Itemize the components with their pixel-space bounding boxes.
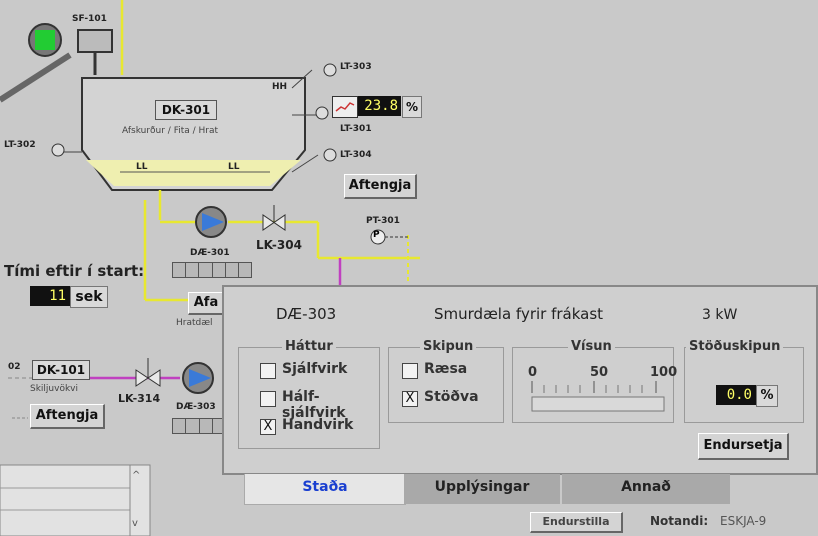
pump301-status-bar — [172, 262, 252, 278]
dk101-prefix: 02 — [8, 362, 21, 372]
endursetja-button[interactable]: Endursetja — [698, 433, 789, 460]
visun-tick-100: 100 — [650, 365, 678, 380]
dk101-tag-box[interactable]: DK-101 — [32, 360, 90, 380]
pump303-status-bar — [172, 418, 226, 434]
pump303-icon[interactable] — [183, 363, 213, 393]
checkbox[interactable] — [260, 363, 276, 379]
pt301-tag: PT-301 — [366, 216, 400, 226]
skipun-option-raesa[interactable]: Ræsa — [402, 361, 498, 381]
pump-faceplate-dialog: DÆ-303 Smurdæla fyrir frákast 3 kW Háttu… — [222, 285, 818, 475]
level-hh-label: HH — [272, 82, 288, 92]
faceplate-tag: DÆ-303 — [276, 305, 337, 323]
tank-tag-box[interactable]: DK-301 — [155, 100, 217, 120]
level-ll-right-label: LL — [228, 162, 240, 172]
time-remaining-label: Tími eftir í start: — [4, 262, 145, 280]
option-label: Sjálfvirk — [282, 361, 348, 377]
option-label: Stöðva — [424, 389, 479, 405]
aftengja-partial-button[interactable]: Afa — [188, 292, 225, 315]
pump301-icon[interactable] — [196, 207, 226, 237]
tank-description: Afskurður / Fita / Hrat — [122, 126, 219, 136]
stoduskipun-title: Stöðuskipun — [686, 339, 784, 354]
visun-title: Vísun — [568, 339, 615, 354]
stoduskipun-value: 0.0 — [716, 385, 756, 405]
tab-annad[interactable]: Annað — [562, 474, 730, 504]
stoduskipun-unit: % — [756, 385, 778, 407]
lt301-tag: LT-301 — [340, 124, 372, 134]
valve304-tag: LK-304 — [256, 238, 302, 252]
pt301-icon[interactable]: P — [373, 230, 380, 240]
scroll-up-arrow[interactable]: ^ — [132, 470, 140, 481]
fan-icon[interactable] — [29, 24, 61, 56]
time-remaining-unit: sek — [70, 286, 108, 308]
tab-upplysingar[interactable]: Upplýsingar — [404, 474, 560, 504]
tab-stada[interactable]: Staða — [244, 474, 406, 505]
valve304-icon[interactable] — [262, 205, 286, 231]
valve314-tag: LK-314 — [118, 392, 161, 405]
pump301-tag: DÆ-301 — [190, 248, 230, 258]
lt304-tag: LT-304 — [340, 150, 372, 160]
visun-tick-0: 0 — [528, 365, 538, 380]
level-trend-icon[interactable] — [332, 96, 358, 118]
hattur-option-sjalfvirk[interactable]: Sjálfvirk — [260, 361, 380, 381]
skipun-option-stodva[interactable]: X Stöðva — [402, 389, 498, 409]
option-label: Handvirk — [282, 417, 354, 433]
user-value: ESKJA-9 — [720, 514, 767, 528]
level-value-display: 23.8 — [358, 96, 401, 116]
endurstilla-button[interactable]: Endurstilla — [530, 512, 623, 533]
option-label: Ræsa — [424, 361, 468, 377]
valve314-icon[interactable] — [135, 358, 161, 388]
faceplate-power: 3 kW — [702, 307, 738, 323]
user-label: Notandi: — [650, 514, 709, 528]
visun-tick-50: 50 — [590, 365, 609, 380]
hattur-title: Háttur — [282, 339, 336, 354]
skipun-title: Skipun — [420, 339, 477, 354]
checkbox[interactable] — [402, 363, 418, 379]
aftengja-left-button[interactable]: Aftengja — [30, 404, 105, 429]
level-unit: % — [402, 96, 422, 118]
faceplate-description: Smurdæla fyrir frákast — [434, 305, 604, 323]
level-ll-left-label: LL — [136, 162, 148, 172]
checkbox[interactable]: X — [402, 391, 418, 407]
skipun-group — [388, 347, 504, 423]
checkbox[interactable]: X — [260, 419, 276, 435]
lt302-tag: LT-302 — [4, 140, 36, 150]
lt303-tag: LT-303 — [340, 62, 372, 72]
fan-tag: SF-101 — [72, 14, 107, 24]
hattur-option-handvirk[interactable]: X Handvirk — [260, 417, 380, 437]
checkbox[interactable] — [260, 391, 276, 407]
pump303-tag: DÆ-303 — [176, 402, 216, 412]
scroll-down-arrow[interactable]: v — [132, 518, 138, 529]
hattur-option-halfsjalfvirk[interactable]: Hálf-sjálfvirk — [260, 389, 380, 421]
aftengja-top-button[interactable]: Aftengja — [344, 174, 417, 199]
dk101-description: Skiljuvökvi — [30, 384, 79, 394]
time-remaining-value: 11 — [30, 286, 70, 306]
partial-subtext: Hratdæl — [176, 318, 213, 328]
visun-scale — [531, 381, 665, 412]
